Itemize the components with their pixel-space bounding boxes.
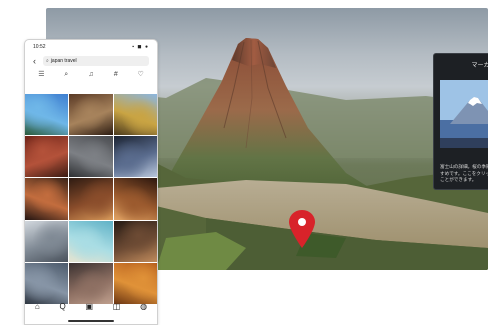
photo-thumbnail-beach-bay[interactable] [25,94,69,136]
phone-mockup: 10:52 ▪ ◼ ● ‹ ⌕ japan travel ☰ ⌕ ♫ # ♡ ⌂… [24,39,158,325]
info-panel-description: 富士山の詳細。桜の季節に訪れるのがおすすめです。ここをクリックして詳細を見ること… [440,164,488,182]
photo-thumbnail-red-maple-shrine[interactable] [25,136,69,178]
search-input[interactable]: ⌕ japan travel [43,56,149,66]
photo-thumbnail-lantern-street[interactable] [69,178,113,220]
status-time: 10:52 [33,43,46,50]
shop-icon[interactable]: ◫ [113,302,121,311]
status-bar: 10:52 ▪ ◼ ● [25,40,157,53]
info-panel-title: マーカー [471,63,488,69]
menu-icon[interactable]: ☰ [34,71,48,81]
music-icon[interactable]: ♫ [84,71,98,81]
marker-info-panel[interactable]: マーカー 富士山の詳細。桜の季節に訪れるのがおすすめです。ここをクリックして詳細… [433,53,488,190]
photo-thumbnail-cave-lights[interactable] [113,220,157,262]
photo-thumbnail-tropical-beach[interactable] [69,220,113,262]
back-icon[interactable]: ‹ [33,56,43,66]
photo-thumbnail-stone-garden[interactable] [69,136,113,178]
photo-thumbnail-lantern-shop[interactable] [113,178,157,220]
home-icon[interactable]: ⌂ [35,302,40,311]
hashtag-icon[interactable]: # [109,71,123,81]
home-indicator [68,320,114,322]
photo-thumbnail-golden-temple[interactable] [113,94,157,136]
photo-thumbnail-wooden-inn[interactable] [69,94,113,136]
profile-icon[interactable]: ◍ [140,302,147,311]
photo-grid [25,94,157,304]
fuji-blossom-photo [440,80,488,148]
search-filter-icon[interactable]: ⌕ [59,71,73,81]
reels-icon[interactable]: ▣ [85,302,93,311]
bottom-tab-bar: ⌂ Q ▣ ◫ ◍ [25,298,157,314]
filter-tabs: ☰ ⌕ ♫ # ♡ [25,67,157,81]
search-query: japan travel [50,58,77,64]
explore-icon[interactable]: Q [59,302,65,311]
search-icon: ⌕ [46,58,49,64]
photo-thumbnail-city-night[interactable] [113,136,157,178]
search-bar: ‹ ⌕ japan travel [33,55,149,67]
heart-icon[interactable]: ♡ [134,71,148,81]
status-icons: ▪ ◼ ● [132,43,149,50]
photo-thumbnail-winter-temple[interactable] [25,220,69,262]
photo-thumbnail-pagoda-sunset[interactable] [25,178,69,220]
